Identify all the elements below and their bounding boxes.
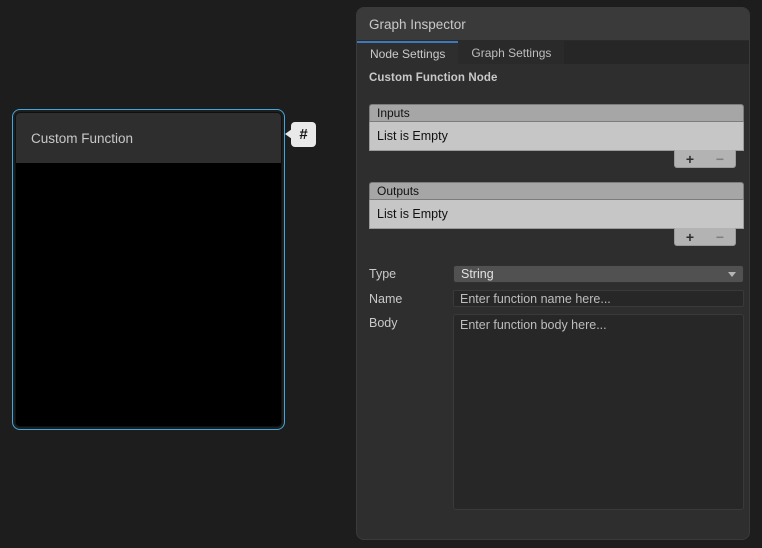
- node-settings-heading: Custom Function Node: [369, 72, 744, 84]
- inputs-list-footer: + −: [369, 151, 744, 169]
- outputs-empty-label: List is Empty: [377, 207, 448, 221]
- tab-graph-settings[interactable]: Graph Settings: [458, 41, 564, 64]
- name-field-row: Name: [369, 290, 744, 307]
- tab-node-settings-label: Node Settings: [370, 47, 445, 61]
- body-label: Body: [369, 316, 453, 330]
- panel-title: Graph Inspector: [369, 17, 466, 32]
- node-frame: Custom Function: [15, 112, 282, 427]
- inputs-remove-button[interactable]: −: [705, 150, 735, 167]
- tab-bar: Node Settings Graph Settings: [357, 41, 749, 64]
- type-label: Type: [369, 267, 453, 281]
- outputs-footer-buttons: + −: [674, 228, 736, 246]
- hash-badge[interactable]: #: [291, 122, 316, 147]
- inputs-list-header: Inputs: [369, 104, 744, 122]
- function-name-input[interactable]: [453, 290, 744, 307]
- outputs-list-title: Outputs: [377, 184, 419, 198]
- outputs-list-footer: + −: [369, 229, 744, 247]
- node-title-label: Custom Function: [31, 131, 133, 146]
- outputs-list-header: Outputs: [369, 182, 744, 200]
- chevron-down-icon: [728, 272, 736, 277]
- hash-icon: #: [299, 127, 307, 142]
- name-label: Name: [369, 292, 453, 306]
- body-field-row: Body: [369, 314, 744, 510]
- inputs-empty-label: List is Empty: [377, 129, 448, 143]
- node-body: [16, 163, 281, 426]
- node-title-bar[interactable]: Custom Function: [16, 113, 281, 163]
- custom-function-node[interactable]: Custom Function: [12, 109, 285, 430]
- graph-inspector-panel: Graph Inspector Node Settings Graph Sett…: [356, 7, 750, 540]
- panel-title-bar[interactable]: Graph Inspector: [357, 8, 749, 41]
- type-field-row: Type String: [369, 265, 744, 283]
- function-body-textarea[interactable]: [453, 314, 744, 510]
- inputs-list: Inputs List is Empty + −: [369, 104, 744, 169]
- inputs-add-button[interactable]: +: [675, 150, 705, 167]
- type-dropdown-value: String: [461, 267, 494, 281]
- type-dropdown[interactable]: String: [453, 265, 744, 283]
- inspector-content: Custom Function Node Inputs List is Empt…: [357, 64, 749, 539]
- inputs-empty-row: List is Empty: [369, 122, 744, 151]
- inputs-footer-buttons: + −: [674, 150, 736, 168]
- tab-graph-settings-label: Graph Settings: [471, 46, 551, 60]
- outputs-empty-row: List is Empty: [369, 200, 744, 229]
- inputs-list-title: Inputs: [377, 106, 410, 120]
- outputs-add-button[interactable]: +: [675, 228, 705, 245]
- tab-node-settings[interactable]: Node Settings: [357, 41, 458, 64]
- outputs-remove-button[interactable]: −: [705, 228, 735, 245]
- outputs-list: Outputs List is Empty + −: [369, 182, 744, 247]
